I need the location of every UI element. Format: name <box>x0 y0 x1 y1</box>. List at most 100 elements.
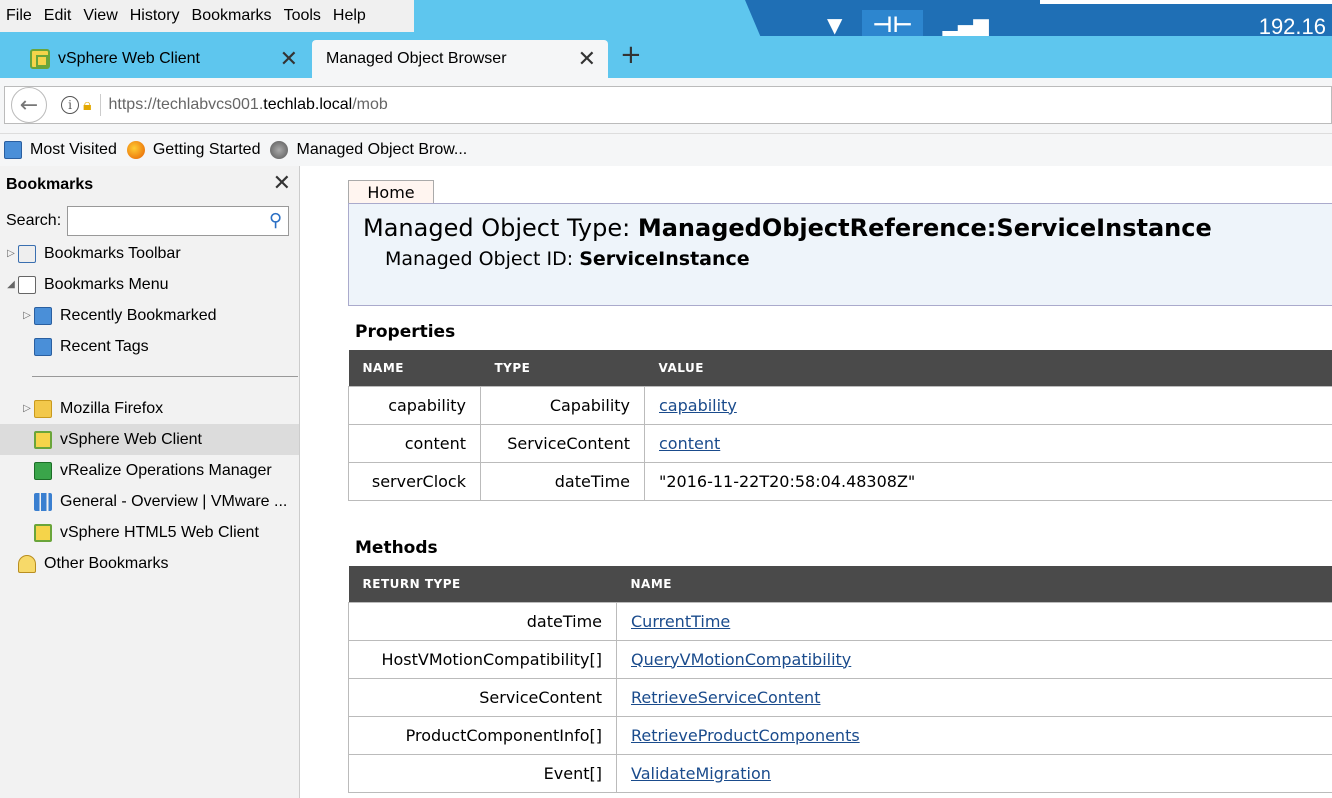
method-return-type: dateTime <box>348 601 617 641</box>
tree-item-vsphere-html5-web-client[interactable]: vSphere HTML5 Web Client <box>0 517 299 548</box>
bookmark-icon <box>4 141 22 159</box>
tree-item-mozilla-firefox[interactable]: ▷ Mozilla Firefox <box>0 393 299 424</box>
method-link[interactable]: CurrentTime <box>631 612 730 631</box>
property-type: Capability <box>480 385 645 425</box>
close-tab-icon[interactable]: ✕ <box>280 46 298 72</box>
table-row: capability Capability capability <box>348 385 1332 425</box>
bookmark-most-visited[interactable]: Most Visited <box>4 141 117 159</box>
property-value-link[interactable]: capability <box>659 396 737 415</box>
table-header-row: NAME TYPE VALUE <box>348 350 1332 386</box>
firefox-icon <box>126 141 145 159</box>
method-link[interactable]: RetrieveServiceContent <box>631 688 820 707</box>
tree-item-bookmarks-toolbar[interactable]: ▷ Bookmarks Toolbar <box>0 238 299 269</box>
method-return-type: ProductComponentInfo[] <box>348 715 617 755</box>
table-header-row: RETURN TYPE NAME <box>348 566 1332 602</box>
table-row: HostVMotionCompatibility[] QueryVMotionC… <box>348 639 1332 679</box>
table-row: ServiceContent RetrieveServiceContent <box>348 677 1332 717</box>
menu-tools[interactable]: Tools <box>284 7 321 25</box>
collapse-triangle-icon[interactable]: ◢ <box>4 279 18 290</box>
properties-table: NAME TYPE VALUE capability Capability ca… <box>348 350 1332 501</box>
smart-folder-icon <box>34 337 52 356</box>
tree-item-vsphere-web-client[interactable]: vSphere Web Client <box>0 424 299 455</box>
bar-chart-icon <box>34 492 52 511</box>
expand-triangle-icon[interactable]: ▷ <box>20 310 34 321</box>
close-sidebar-icon[interactable]: ✕ <box>273 170 291 196</box>
methods-title: Methods <box>355 538 438 558</box>
tree-item-general-overview[interactable]: General - Overview | VMware ... <box>0 486 299 517</box>
vsphere-icon <box>34 523 52 542</box>
property-name: content <box>348 423 481 463</box>
property-value-link[interactable]: content <box>659 434 720 453</box>
sidebar-header: Bookmarks ✕ <box>0 166 299 204</box>
search-input[interactable]: ⚲ <box>67 206 290 236</box>
url-text[interactable]: https://techlabvcs001.techlab.local/mob <box>109 96 388 114</box>
property-name: serverClock <box>348 461 481 501</box>
dropdown-triangle-icon[interactable]: ▼ <box>827 13 842 37</box>
property-value: "2016-11-22T20:58:04.48308Z" <box>644 461 1332 501</box>
new-tab-icon[interactable]: + <box>620 40 642 70</box>
menu-help[interactable]: Help <box>333 7 366 25</box>
tab-label: vSphere Web Client <box>58 50 200 67</box>
menu-folder-icon <box>18 275 36 294</box>
navigation-bar: ← i 🔒︎ https://techlabvcs001.techlab.loc… <box>0 78 1332 134</box>
table-row: content ServiceContent content <box>348 423 1332 463</box>
column-header: NAME <box>348 350 481 386</box>
property-type: dateTime <box>480 461 645 501</box>
globe-icon <box>270 141 289 159</box>
tab-vsphere-web-client[interactable]: vSphere Web Client ✕ <box>0 40 310 78</box>
methods-table: RETURN TYPE NAME dateTime CurrentTime Ho… <box>348 566 1332 793</box>
tree-item-bookmarks-menu[interactable]: ◢ Bookmarks Menu <box>0 269 299 300</box>
menu-history[interactable]: History <box>130 7 180 25</box>
sidebar-title: Bookmarks <box>6 176 94 193</box>
close-tab-icon[interactable]: ✕ <box>578 46 596 72</box>
sidebar-search: Search: ⚲ <box>0 204 299 238</box>
expand-triangle-icon[interactable]: ▷ <box>20 403 34 414</box>
managed-object-id: Managed Object ID: ServiceInstance <box>385 248 750 270</box>
method-return-type: HostVMotionCompatibility[] <box>348 639 617 679</box>
method-link[interactable]: RetrieveProductComponents <box>631 726 860 745</box>
bookmarks-toolbar: Most Visited Getting Started Managed Obj… <box>0 134 1332 166</box>
managed-object-header: Managed Object Type: ManagedObjectRefere… <box>348 203 1332 306</box>
column-header: TYPE <box>480 350 645 386</box>
menu-edit[interactable]: Edit <box>44 7 72 25</box>
tree-item-other-bookmarks[interactable]: Other Bookmarks <box>0 548 299 579</box>
search-icon[interactable]: ⚲ <box>269 210 282 231</box>
method-link[interactable]: QueryVMotionCompatibility <box>631 650 851 669</box>
column-header: RETURN TYPE <box>348 566 617 602</box>
property-type: ServiceContent <box>480 423 645 463</box>
menu-bookmarks[interactable]: Bookmarks <box>192 7 272 25</box>
folder-icon <box>34 399 52 418</box>
table-row: ProductComponentInfo[] RetrieveProductCo… <box>348 715 1332 755</box>
expand-triangle-icon[interactable]: ▷ <box>4 248 18 259</box>
search-label: Search: <box>6 212 62 229</box>
method-return-type: Event[] <box>348 753 617 793</box>
vrealize-icon <box>34 461 52 480</box>
bookmarks-sidebar: Bookmarks ✕ Search: ⚲ ▷ Bookmarks Toolba… <box>0 166 300 798</box>
home-link[interactable]: Home <box>348 180 434 204</box>
tree-item-recent-tags[interactable]: Recent Tags <box>0 331 299 362</box>
method-return-type: ServiceContent <box>348 677 617 717</box>
toolbar-folder-icon <box>18 244 36 263</box>
tab-strip: vSphere Web Client ✕ Managed Object Brow… <box>0 36 1332 78</box>
tab-managed-object-browser[interactable]: Managed Object Browser ✕ <box>312 40 608 78</box>
tree-item-recently-bookmarked[interactable]: ▷ Recently Bookmarked <box>0 300 299 331</box>
separator <box>32 376 298 377</box>
menu-file[interactable]: File <box>6 7 32 25</box>
smart-folder-icon <box>34 306 52 325</box>
vsphere-icon <box>34 430 52 449</box>
info-icon[interactable]: i <box>61 96 79 114</box>
property-name: capability <box>348 385 481 425</box>
bookmark-managed-object-browser[interactable]: Managed Object Brow... <box>270 141 467 159</box>
column-header: VALUE <box>644 350 1332 386</box>
url-bar[interactable]: ← i 🔒︎ https://techlabvcs001.techlab.loc… <box>4 86 1332 124</box>
properties-title: Properties <box>355 322 456 342</box>
menu-bar: File Edit View History Bookmarks Tools H… <box>0 0 414 32</box>
bookmark-getting-started[interactable]: Getting Started <box>126 141 260 159</box>
tab-label: Managed Object Browser <box>326 50 507 67</box>
method-link[interactable]: ValidateMigration <box>631 764 771 783</box>
managed-object-type: Managed Object Type: ManagedObjectRefere… <box>363 214 1212 242</box>
back-arrow-icon[interactable]: ← <box>11 87 47 123</box>
menu-view[interactable]: View <box>83 7 117 25</box>
tree-item-vrealize-operations-manager[interactable]: vRealize Operations Manager <box>0 455 299 486</box>
insecure-lock-icon[interactable]: 🔒︎ <box>83 95 92 115</box>
